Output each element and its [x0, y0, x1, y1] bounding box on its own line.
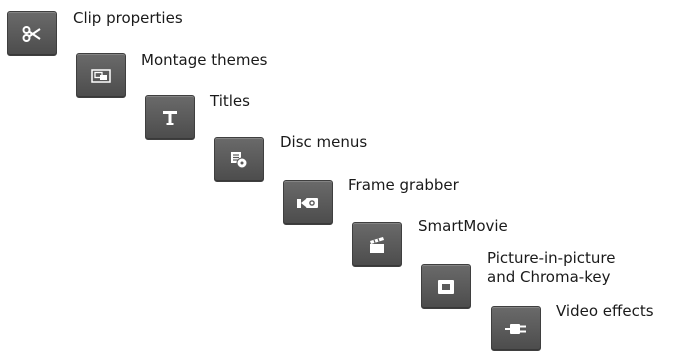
video-effects-button[interactable] [491, 306, 541, 351]
title-icon [161, 109, 179, 127]
frame-grabber-label: Frame grabber [348, 176, 459, 194]
montage-themes-button[interactable] [76, 53, 126, 98]
smartmovie-label: SmartMovie [418, 217, 508, 235]
camera-icon [296, 196, 320, 210]
disc-menu-icon [229, 151, 249, 169]
pip-chroma-key-button[interactable] [421, 264, 471, 309]
clip-properties-button[interactable] [7, 11, 57, 56]
pip-icon [437, 279, 455, 295]
frame-grabber-button[interactable] [283, 180, 333, 225]
scissors-icon [22, 25, 42, 42]
disc-menus-button[interactable] [214, 137, 264, 182]
titles-label: Titles [210, 92, 250, 110]
clapperboard-icon [368, 236, 386, 254]
smartmovie-button[interactable] [352, 222, 402, 267]
video-effects-label: Video effects [556, 302, 654, 320]
titles-button[interactable] [145, 95, 195, 140]
disc-menus-label: Disc menus [280, 133, 368, 151]
montage-icon [91, 68, 111, 84]
plug-icon [504, 322, 528, 336]
pip-chroma-key-label: Picture-in-picture and Chroma-key [487, 249, 616, 286]
montage-themes-label: Montage themes [141, 51, 268, 69]
clip-properties-label: Clip properties [73, 9, 183, 27]
